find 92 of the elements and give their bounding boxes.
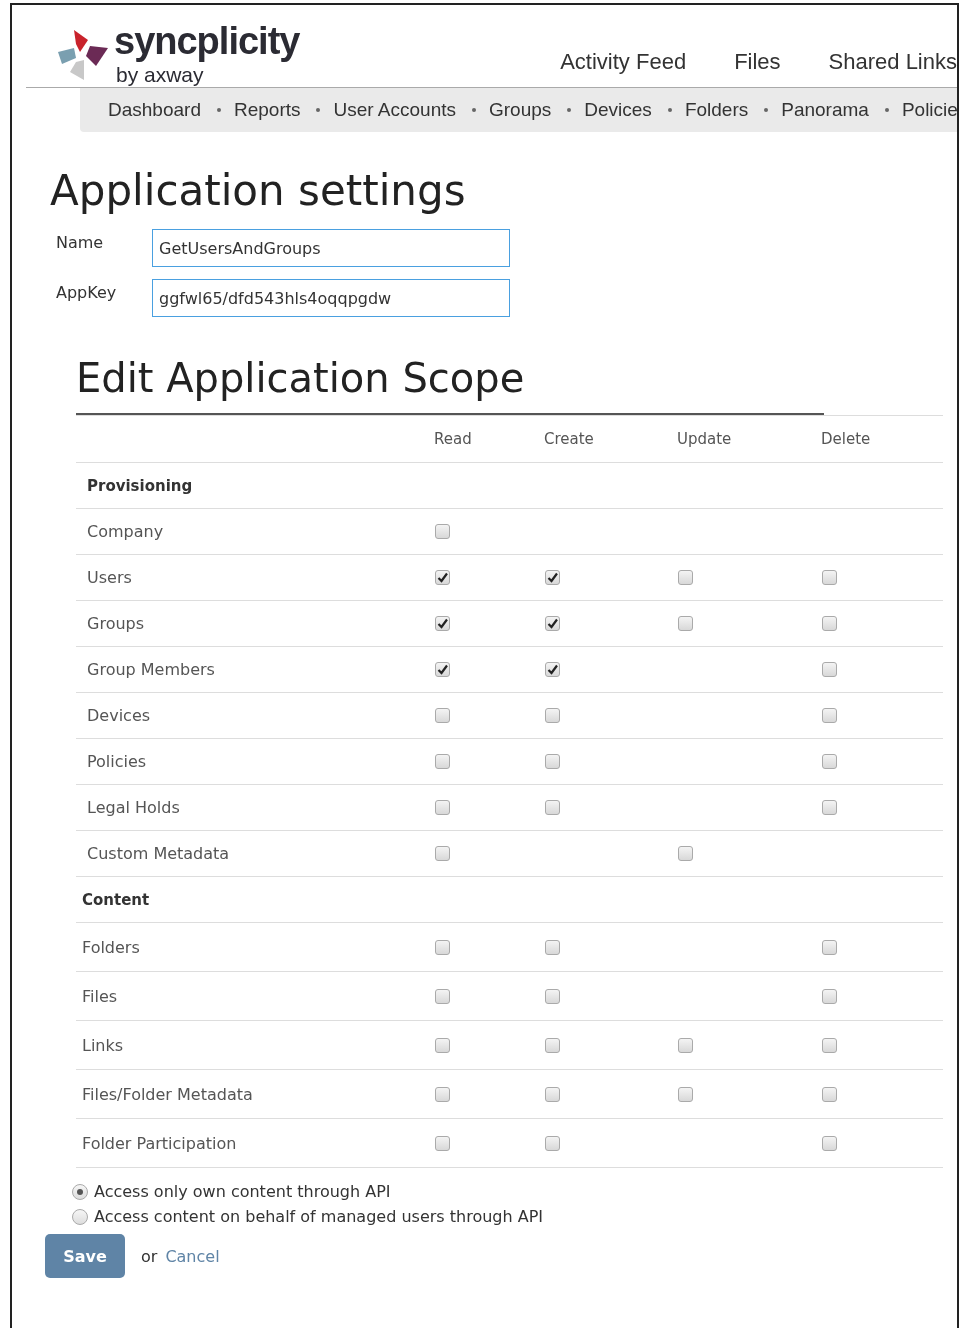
cancel-link[interactable]: Cancel [165, 1246, 220, 1266]
checkbox[interactable] [822, 1037, 837, 1053]
admin-nav-link[interactable]: Devices [584, 99, 652, 121]
checkbox[interactable] [822, 616, 837, 631]
checkbox[interactable] [678, 1037, 693, 1053]
permission-label: Company [86, 522, 165, 541]
permission-label: Legal Holds [86, 798, 181, 817]
permission-label: Groups [86, 614, 146, 633]
admin-nav-link[interactable]: Policie [901, 99, 957, 121]
input-field[interactable]: GetUsersAndGroups [152, 229, 510, 267]
top-nav-link[interactable]: Activity Feed [560, 49, 687, 75]
permission-label: Policies [86, 752, 148, 771]
column-header: Delete [821, 430, 872, 448]
checkbox[interactable] [435, 939, 450, 955]
checkbox[interactable] [822, 754, 837, 769]
permission-label: Group Members [86, 660, 216, 679]
checkbox[interactable] [435, 988, 450, 1004]
checkbox[interactable] [435, 1135, 450, 1151]
permission-label: Folders [81, 937, 141, 957]
section-title: Edit Application Scope [76, 355, 824, 415]
admin-nav-link[interactable]: Folders [684, 99, 749, 121]
column-header: Update [677, 430, 733, 448]
checkbox[interactable] [435, 1037, 450, 1053]
checkbox[interactable] [678, 846, 693, 861]
group-heading: Content [82, 890, 150, 909]
checkbox[interactable] [822, 662, 837, 677]
separator-dot-icon [472, 108, 476, 112]
column-header: Read [434, 430, 473, 448]
checkbox[interactable] [435, 708, 450, 723]
checkbox[interactable] [545, 1135, 560, 1151]
checkbox[interactable] [545, 616, 560, 631]
column-header: Create [544, 430, 595, 448]
checkbox[interactable] [545, 662, 560, 677]
separator-dot-icon [884, 108, 889, 112]
separator-dot-icon [667, 108, 672, 112]
checkbox[interactable] [545, 708, 560, 723]
checkbox[interactable] [678, 616, 693, 631]
radio-label: Access content on behalf of managed users through API [94, 1207, 543, 1226]
admin-nav-link[interactable]: Reports [233, 99, 301, 121]
permission-label: Folder Participation [81, 1133, 238, 1153]
separator-dot-icon [764, 108, 769, 112]
checkbox[interactable] [435, 1086, 450, 1102]
checkbox[interactable] [822, 1086, 837, 1102]
permission-label: Custom Metadata [86, 844, 231, 863]
checkbox[interactable] [545, 570, 560, 585]
permission-label: Links [81, 1035, 125, 1055]
checkbox[interactable] [545, 1086, 560, 1102]
checkbox[interactable] [678, 570, 693, 585]
radio-button[interactable] [72, 1183, 88, 1200]
checkbox[interactable] [435, 846, 450, 861]
checkbox[interactable] [822, 570, 837, 585]
input-field[interactable]: ggfwl65/dfd543hls4oqqpgdw [152, 279, 510, 317]
permission-label: Files/Folder Metadata [81, 1084, 254, 1104]
checkbox[interactable] [822, 988, 837, 1004]
brand-tagline: by axway [116, 63, 205, 87]
checkbox[interactable] [822, 1135, 837, 1151]
save-button[interactable]: Save [45, 1234, 125, 1278]
permission-label: Files [81, 986, 119, 1006]
separator-dot-icon [216, 108, 221, 112]
checkbox[interactable] [435, 754, 450, 769]
separator-dot-icon [567, 108, 572, 112]
admin-nav-link[interactable]: Dashboard [108, 99, 201, 121]
admin-nav-link[interactable]: Groups [489, 99, 552, 121]
checkbox[interactable] [435, 570, 450, 585]
field-label: AppKey [56, 282, 118, 302]
checkbox[interactable] [545, 800, 560, 815]
checkbox[interactable] [435, 524, 450, 539]
permission-label: Users [86, 568, 133, 587]
checkbox[interactable] [678, 1086, 693, 1102]
checkbox[interactable] [822, 939, 837, 955]
top-nav-link[interactable]: Files [734, 49, 781, 75]
radio-button[interactable] [72, 1208, 88, 1225]
admin-nav-link[interactable]: User Accounts [333, 99, 456, 121]
checkbox[interactable] [545, 939, 560, 955]
checkbox[interactable] [822, 708, 837, 723]
or-text: or [141, 1246, 158, 1266]
brand-name: syncplicity [114, 20, 300, 63]
checkbox[interactable] [822, 800, 837, 815]
permission-label: Devices [86, 706, 152, 725]
page-title: Application settings [50, 166, 467, 215]
radio-label: Access only own content through API [94, 1182, 391, 1201]
admin-nav-link[interactable]: Panorama [781, 99, 869, 121]
checkbox[interactable] [545, 988, 560, 1004]
checkbox[interactable] [545, 1037, 560, 1053]
group-heading: Provisioning [87, 476, 193, 495]
checkbox[interactable] [545, 754, 560, 769]
checkbox[interactable] [435, 662, 450, 677]
checkbox[interactable] [435, 800, 450, 815]
separator-dot-icon [316, 108, 321, 112]
top-nav-link[interactable]: Shared Links [828, 49, 957, 75]
field-label: Name [56, 232, 105, 252]
checkbox[interactable] [435, 616, 450, 631]
